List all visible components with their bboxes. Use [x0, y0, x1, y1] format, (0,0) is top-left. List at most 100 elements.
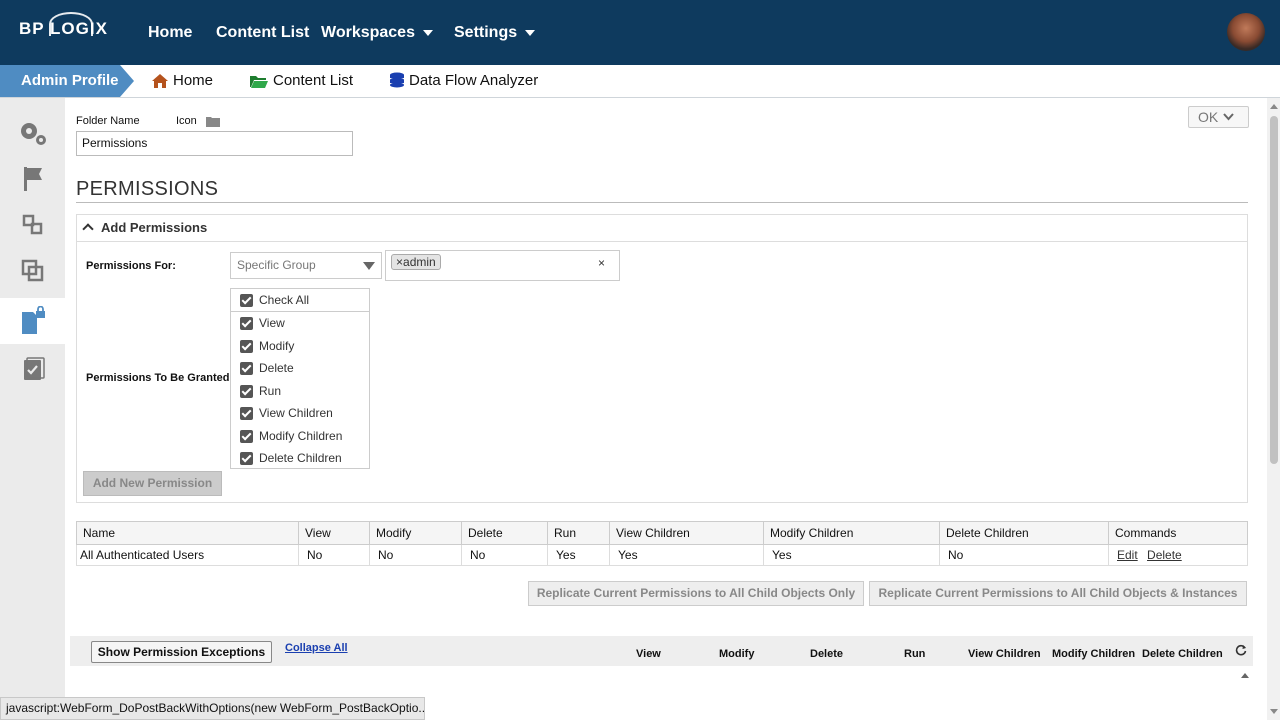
checkbox-checked-icon	[240, 384, 253, 398]
scroll-thumb[interactable]	[1270, 116, 1278, 464]
page-scrollbar[interactable]	[1267, 98, 1280, 720]
logo-arc-icon	[49, 12, 93, 36]
subnav-home[interactable]: Home	[151, 72, 213, 89]
modify-checkbox[interactable]: Modify	[240, 337, 294, 355]
delete-link[interactable]: Delete	[1147, 548, 1182, 562]
cell-commands: Edit Delete	[1108, 544, 1248, 566]
run-checkbox[interactable]: Run	[240, 382, 281, 400]
col-modify: Modify	[369, 521, 462, 545]
view-children-checkbox[interactable]: View Children	[240, 404, 333, 422]
folder-name-label: Folder Name	[76, 115, 140, 127]
checkbox-checked-icon	[240, 451, 253, 465]
subnav-content-list[interactable]: Content List	[249, 72, 353, 89]
browser-status-bar: javascript:WebForm_DoPostBackWithOptions…	[0, 697, 425, 720]
sidebar-item-permissions[interactable]	[0, 298, 65, 344]
scroll-up-arrow-icon[interactable]	[1270, 104, 1278, 109]
ok-button[interactable]: OK	[1188, 106, 1249, 128]
delete-checkbox[interactable]: Delete	[240, 359, 294, 377]
user-avatar[interactable]	[1227, 13, 1265, 51]
exc-col-modify: Modify	[719, 648, 755, 660]
main-content: Folder Name Icon Permissions OK PERMISSI…	[65, 98, 1267, 720]
cell-run: Yes	[547, 544, 610, 566]
col-commands: Commands	[1108, 521, 1248, 545]
folder-open-icon	[250, 75, 268, 88]
tag-remove-icon[interactable]: ×	[396, 255, 403, 269]
col-delete: Delete	[461, 521, 548, 545]
chevron-up-icon[interactable]	[1241, 673, 1249, 678]
checkbox-checked-icon	[240, 406, 253, 420]
dropdown-arrow-icon	[363, 262, 375, 270]
admin-profile-tab[interactable]: Admin Profile	[0, 65, 134, 97]
col-name: Name	[76, 521, 299, 545]
modify-children-checkbox[interactable]: Modify Children	[240, 427, 342, 445]
view-checkbox[interactable]: View	[240, 314, 285, 332]
refresh-icon[interactable]	[1235, 644, 1247, 656]
replicate-child-objects-instances-button[interactable]: Replicate Current Permissions to All Chi…	[869, 581, 1247, 606]
sidebar-item-copy[interactable]	[0, 248, 65, 294]
add-permissions-panel: Add Permissions Permissions For: Specifi…	[76, 214, 1248, 503]
group-picker[interactable]: ×admin ×	[385, 250, 620, 281]
table-row: All Authenticated Users No No No Yes Yes…	[76, 544, 1248, 566]
cell-modify-children: Yes	[763, 544, 940, 566]
col-view-children: View Children	[609, 521, 764, 545]
exc-col-delete: Delete	[810, 648, 844, 660]
replicate-child-objects-button[interactable]: Replicate Current Permissions to All Chi…	[528, 581, 864, 606]
permissions-table: Name View Modify Delete Run View Childre…	[76, 521, 1248, 566]
home-icon	[152, 73, 168, 88]
cell-delete-children: No	[939, 544, 1109, 566]
clear-selection-icon[interactable]: ×	[598, 256, 605, 270]
permissions-granted-label: Permissions To Be Granted	[86, 372, 230, 384]
checkbox-checked-icon	[240, 339, 253, 353]
scroll-down-arrow-icon[interactable]	[1270, 709, 1278, 714]
col-modify-children: Modify Children	[763, 521, 940, 545]
edit-link[interactable]: Edit	[1117, 548, 1138, 562]
col-delete-children: Delete Children	[939, 521, 1109, 545]
chevron-down-icon	[1223, 113, 1234, 121]
lock-file-icon	[21, 306, 45, 334]
add-permissions-header[interactable]: Add Permissions	[77, 215, 1247, 242]
add-new-permission-button[interactable]: Add New Permission	[83, 471, 222, 496]
cell-modify: No	[369, 544, 462, 566]
nav-content-list[interactable]: Content List	[216, 24, 309, 42]
nav-settings[interactable]: Settings	[454, 24, 536, 42]
sub-navbar: Admin Profile Home Content List Data Flo…	[0, 65, 1280, 98]
collapse-all-link[interactable]: Collapse All	[285, 642, 348, 654]
permissions-for-label: Permissions For:	[86, 260, 176, 272]
permissions-checklist: Check All View Modify Delete Run View Ch…	[230, 288, 370, 469]
left-sidebar	[0, 98, 65, 720]
sidebar-item-nodes[interactable]	[0, 202, 65, 248]
icon-label: Icon	[176, 115, 197, 127]
delete-children-checkbox[interactable]: Delete Children	[240, 449, 342, 467]
permissions-for-select[interactable]: Specific Group	[230, 252, 382, 279]
chevron-up-icon	[82, 223, 94, 235]
table-header-row: Name View Modify Delete Run View Childre…	[76, 521, 1248, 545]
nav-workspaces[interactable]: Workspaces	[321, 24, 433, 42]
exc-col-run: Run	[904, 648, 926, 660]
sidebar-item-checklist[interactable]	[0, 346, 65, 392]
folder-name-field[interactable]: Permissions	[76, 131, 353, 156]
nodes-icon	[22, 214, 42, 235]
folder-icon[interactable]	[206, 116, 220, 127]
exc-col-view: View	[636, 648, 661, 660]
exc-col-delete-children: Delete Children	[1142, 648, 1223, 660]
bp-logix-logo[interactable]: BP LOGIX	[19, 12, 108, 39]
sidebar-item-flag[interactable]	[0, 156, 65, 202]
exc-col-modify-children: Modify Children	[1052, 648, 1136, 660]
col-view: View	[298, 521, 370, 545]
cell-name: All Authenticated Users	[76, 544, 299, 566]
gears-icon	[20, 123, 46, 145]
exc-col-view-children: View Children	[968, 648, 1041, 660]
cell-view: No	[298, 544, 370, 566]
checklist-divider	[231, 311, 369, 312]
chevron-down-icon	[422, 29, 433, 36]
section-divider	[76, 202, 1248, 203]
sidebar-item-settings[interactable]	[0, 110, 65, 156]
show-permission-exceptions-button[interactable]: Show Permission Exceptions	[91, 641, 272, 663]
check-all-checkbox[interactable]: Check All	[240, 291, 309, 309]
checkbox-checked-icon	[240, 293, 253, 307]
subnav-data-flow-analyzer[interactable]: Data Flow Analyzer	[389, 72, 538, 89]
chevron-down-icon	[525, 29, 536, 36]
checkbox-checked-icon	[240, 361, 253, 375]
nav-home[interactable]: Home	[148, 24, 192, 42]
checkbox-checked-icon	[240, 429, 253, 443]
